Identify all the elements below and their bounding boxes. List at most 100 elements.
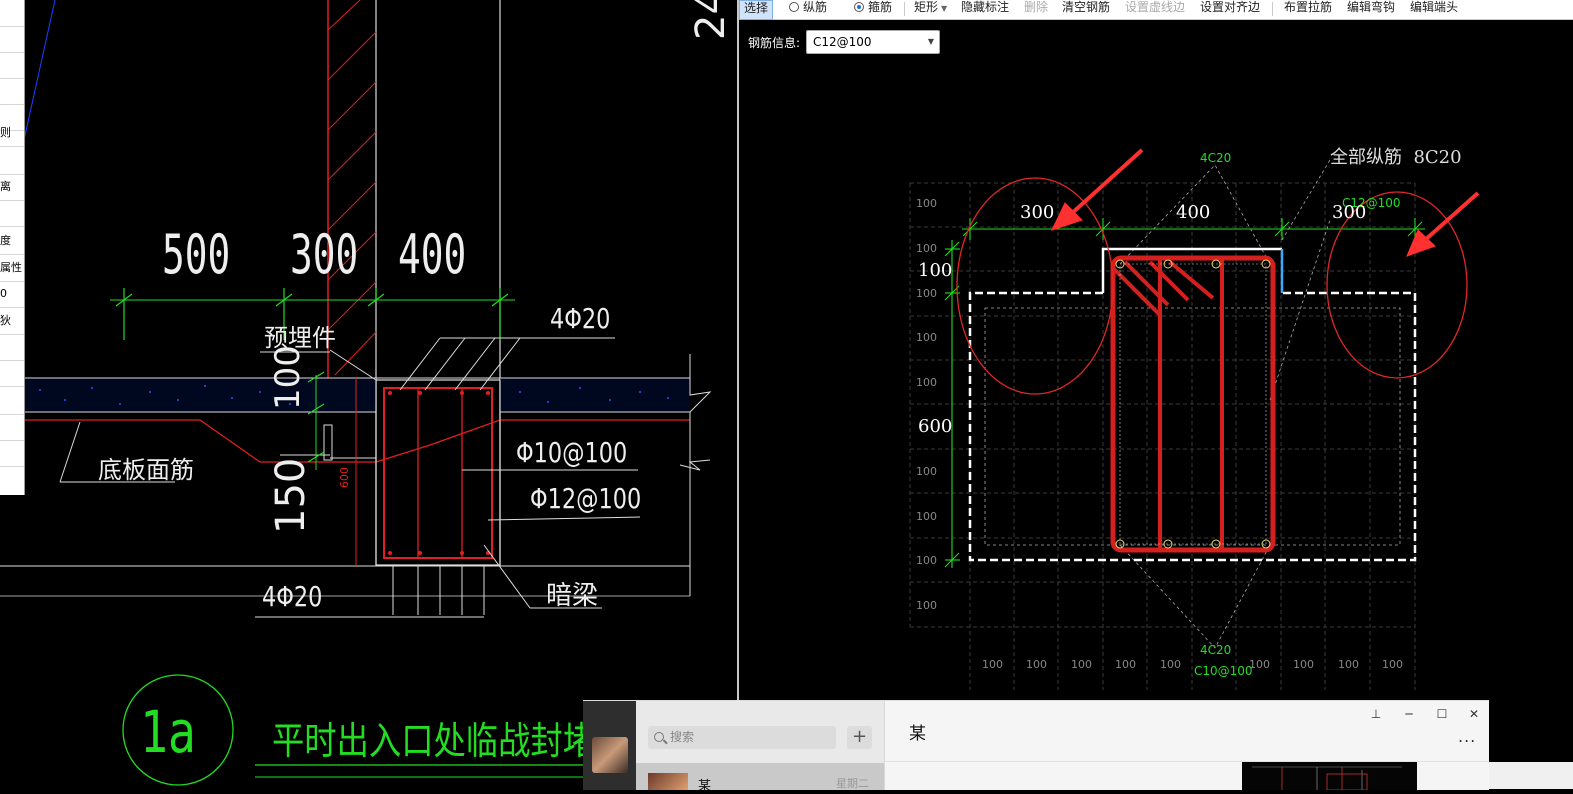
stirrup-radio-icon[interactable] — [854, 2, 864, 12]
strip-row[interactable] — [0, 414, 24, 441]
set-alignment-button[interactable]: 设置对齐边 — [1200, 0, 1260, 18]
search-placeholder: 搜索 — [670, 730, 695, 744]
grid-label: 100 — [1382, 658, 1403, 671]
grid-label: 100 — [1071, 658, 1092, 671]
strip-row[interactable] — [0, 334, 24, 361]
search-input[interactable]: 搜索 — [648, 726, 836, 749]
dim-400: 400 — [1176, 202, 1211, 223]
grid-label: 100 — [916, 510, 937, 523]
chat-window: 搜索 + 某 星期二 某 ⊥ ─ ☐ ✕ ... — [583, 700, 1489, 794]
strip-row[interactable] — [0, 360, 24, 387]
clear-rebar-button[interactable]: 清空钢筋 — [1062, 0, 1110, 18]
dim-600-small: 600 — [338, 467, 351, 488]
grid-label: 100 — [916, 197, 937, 210]
close-button[interactable]: ✕ — [1463, 705, 1485, 723]
left-cad-canvas[interactable]: 500 300 400 预埋件 4Φ20 Φ10@100 Φ12@100 底板面… — [0, 0, 737, 789]
strip-row[interactable] — [0, 200, 24, 227]
top-rebar-label[interactable]: 4C20 — [1200, 151, 1231, 165]
floor-rebar-label: 底板面筋 — [98, 456, 194, 484]
grid-label: 100 — [1115, 658, 1136, 671]
search-icon — [654, 732, 664, 742]
all-longitudinal-label: 全部纵筋 8C20 — [1330, 147, 1462, 168]
strip-row[interactable] — [0, 26, 24, 53]
grid-label: 100 — [916, 599, 937, 612]
maximize-button[interactable]: ☐ — [1431, 705, 1453, 723]
strip-row[interactable] — [0, 78, 24, 105]
strip-row[interactable]: 0 — [0, 281, 24, 308]
section-editor-canvas[interactable] — [739, 20, 1573, 700]
strip-row[interactable]: 离 — [0, 174, 24, 201]
longitudinal-radio-label: 纵筋 — [803, 0, 828, 14]
add-chat-button[interactable]: + — [847, 726, 872, 749]
chat-main-panel: 某 ⊥ ─ ☐ ✕ ... — [885, 701, 1489, 790]
detail-circle-label: 1a — [140, 698, 196, 766]
toolbar-separator — [1272, 2, 1273, 16]
desktop-area — [1489, 762, 1573, 789]
stirrup-radio-label: 箍筋 — [868, 0, 893, 14]
strip-row[interactable] — [0, 148, 24, 175]
hide-annotation-button[interactable]: 隐藏标注 — [961, 0, 1009, 18]
chevron-down-icon: ▼ — [941, 4, 948, 13]
set-virtual-line-button[interactable]: 设置虚线边 — [1125, 0, 1185, 18]
bottom-rebar-label[interactable]: 4C20 — [1200, 643, 1231, 657]
more-options-button[interactable]: ... — [1458, 727, 1476, 746]
grid-label: 100 — [916, 376, 937, 389]
dim-300-right: 300 — [1332, 202, 1367, 223]
hidden-beam-label: 暗梁 — [546, 581, 599, 611]
grid-label: 100 — [916, 287, 937, 300]
grid-label: 100 — [916, 554, 937, 567]
edit-end-button[interactable]: 编辑端头 — [1410, 0, 1458, 18]
image-message-thumbnail[interactable] — [1242, 762, 1417, 790]
grid-label: 100 — [982, 658, 1003, 671]
toolbar-separator — [904, 2, 905, 16]
minimize-button[interactable]: ─ — [1398, 705, 1420, 723]
user-avatar[interactable] — [592, 737, 628, 773]
rectangle-dropdown-label: 矩形 — [914, 0, 939, 14]
strip-row[interactable]: 度 — [0, 228, 24, 255]
grid-label: 100 — [916, 465, 937, 478]
bottom-rebar-label: 4Φ20 — [262, 580, 323, 613]
longitudinal-radio[interactable]: 纵筋 — [789, 0, 827, 18]
strip-row[interactable]: 属性 — [0, 255, 24, 282]
place-tie-button[interactable]: 布置拉筋 — [1284, 0, 1332, 18]
contact-avatar — [648, 773, 688, 790]
strip-row[interactable]: 狄 — [0, 308, 24, 335]
stirrup-c10-label[interactable]: C10@100 — [1194, 664, 1253, 678]
grid-label: 100 — [1338, 658, 1359, 671]
left-cad-drawing — [0, 0, 712, 786]
rebar-editor-toolbar: 选择 纵筋 箍筋 矩形 ▼ 隐藏标注 删除 清空钢筋 设置虚线边 设置对齐边 布置… — [739, 0, 1573, 20]
chat-nav-bar — [583, 701, 636, 790]
edit-hook-button[interactable]: 编辑弯钩 — [1347, 0, 1395, 18]
grid-label: 100 — [1026, 658, 1047, 671]
dim-vertical-150: 150 — [268, 457, 314, 534]
longitudinal-radio-icon[interactable] — [789, 2, 799, 12]
grid-label: 100 — [916, 242, 937, 255]
grid-label: 100 — [1249, 658, 1270, 671]
chat-title: 某 — [909, 724, 926, 744]
dim-top-right: 24 — [688, 0, 734, 40]
thumbnail-drawing — [1252, 766, 1402, 790]
grid-label: 100 — [916, 331, 937, 344]
strip-row[interactable] — [0, 52, 24, 79]
grid-label: 100 — [1160, 658, 1181, 671]
strip-row[interactable] — [0, 388, 24, 415]
rectangle-dropdown[interactable]: 矩形 ▼ — [914, 0, 947, 18]
grid-label: 100 — [1293, 658, 1314, 671]
delete-button[interactable]: 删除 — [1024, 0, 1048, 18]
stirrup-phi12-label: Φ12@100 — [530, 482, 642, 515]
strip-row[interactable] — [0, 440, 24, 467]
dim-vertical-100: 100 — [268, 345, 308, 410]
dim-300-left: 300 — [1020, 202, 1055, 223]
top-rebar-label: 4Φ20 — [550, 302, 611, 335]
stirrup-radio[interactable]: 箍筋 — [854, 0, 892, 18]
stirrup-phi10-label: Φ10@100 — [516, 436, 628, 469]
strip-row[interactable]: 则 — [0, 120, 24, 147]
chat-list-item[interactable]: 某 星期二 — [636, 763, 884, 794]
strip-row[interactable] — [0, 0, 24, 27]
property-strip[interactable]: 则 离 度 属性 0 狄 — [0, 0, 25, 495]
dim-500-label: 500 — [162, 223, 231, 286]
pin-icon[interactable]: ⊥ — [1365, 705, 1387, 723]
select-tool-button[interactable]: 选择 — [739, 0, 774, 20]
dim-400-label: 400 — [398, 223, 467, 286]
dim-300-label: 300 — [290, 223, 359, 286]
